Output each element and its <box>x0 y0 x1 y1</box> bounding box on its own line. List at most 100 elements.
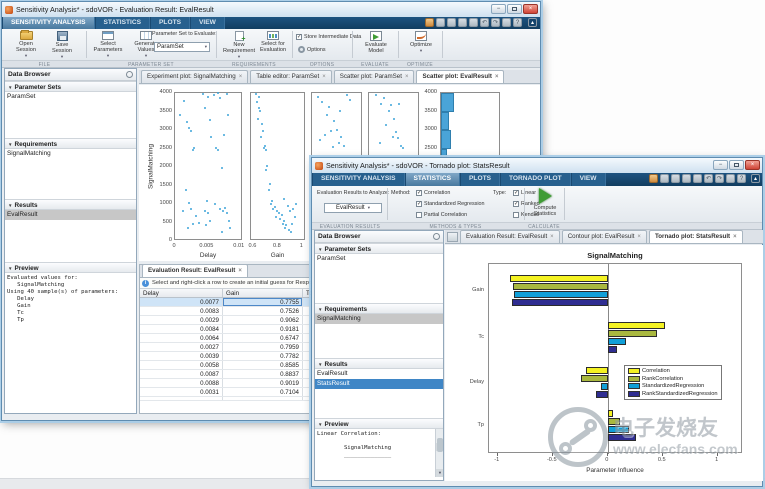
save-icon[interactable] <box>436 18 445 27</box>
section-header-results[interactable]: ▼Results <box>5 199 136 210</box>
compute-statistics-button[interactable]: Compute Statistics <box>528 188 562 217</box>
section-header-requirements[interactable]: ▼Requirements <box>5 138 136 149</box>
select-for-evaluation-button[interactable]: Select for Evaluation <box>254 31 292 53</box>
options-button[interactable]: Options <box>298 46 326 53</box>
close-button[interactable]: × <box>523 4 538 14</box>
tab-statistics[interactable]: STATISTICS <box>405 173 461 186</box>
new-session-icon[interactable] <box>649 174 658 183</box>
minimize-toolstrip-icon[interactable]: ▴ <box>751 174 760 183</box>
section-header-results[interactable]: ▼Results <box>315 358 443 369</box>
doc-tab[interactable]: Experiment plot: SignalMatching× <box>141 70 248 83</box>
table-cell[interactable]: 0.7755 <box>223 298 303 306</box>
cut-icon[interactable] <box>447 18 456 27</box>
table-cell[interactable]: 0.0027 <box>140 343 223 351</box>
table-cell[interactable]: 0.9062 <box>223 316 303 324</box>
preview-section-header[interactable]: ▼Preview <box>315 418 443 429</box>
minimize-button[interactable]: − <box>491 4 506 14</box>
doc-tab[interactable]: Tornado plot: StatsResult× <box>649 230 743 243</box>
minimize-button[interactable]: − <box>713 160 728 170</box>
tab-sensitivity-analysis[interactable]: SENSITIVITY ANALYSIS <box>2 17 95 29</box>
redo-icon[interactable]: ↷ <box>491 18 500 27</box>
close-icon[interactable]: × <box>495 71 499 83</box>
select-parameters-button[interactable]: Select Parameters▾ <box>90 31 126 60</box>
preview-scrollbar[interactable]: ▲ ▼ <box>435 429 443 477</box>
scroll-thumb[interactable] <box>437 438 443 452</box>
table-cell[interactable]: 0.7959 <box>223 343 303 351</box>
column-header-delay[interactable]: Delay <box>140 289 223 297</box>
copy-icon[interactable] <box>458 18 467 27</box>
table-cell[interactable]: 0.6747 <box>223 334 303 342</box>
param-set-combo[interactable]: ParamSet▾ <box>154 42 210 52</box>
tab-plots[interactable]: PLOTS <box>150 17 190 29</box>
maximize-button[interactable] <box>507 4 522 14</box>
list-item[interactable]: EvalResult <box>315 369 443 379</box>
help-icon[interactable]: ? <box>737 174 746 183</box>
method-checkbox[interactable]: ✓Standardized Regression <box>416 201 485 207</box>
preview-section-header[interactable]: ▼Preview <box>5 262 136 273</box>
table-cell[interactable]: 0.0088 <box>140 379 223 387</box>
method-checkbox[interactable]: Partial Correlation <box>416 212 467 218</box>
table-cell[interactable]: 0.7526 <box>223 307 303 315</box>
new-session-icon[interactable] <box>425 18 434 27</box>
table-cell[interactable]: 0.8837 <box>223 370 303 378</box>
close-icon[interactable]: × <box>550 231 554 243</box>
paste-icon[interactable] <box>693 174 702 183</box>
close-icon[interactable]: × <box>637 231 641 243</box>
save-icon[interactable] <box>660 174 669 183</box>
table-cell[interactable]: 0.7782 <box>223 352 303 360</box>
save-session-button[interactable]: Save Session▾ <box>46 31 78 61</box>
dock-icon[interactable] <box>447 232 458 242</box>
minimize-toolstrip-icon[interactable]: ▴ <box>528 18 537 27</box>
doc-tab[interactable]: Table editor: ParamSet× <box>250 70 331 83</box>
table-cell[interactable]: 0.0029 <box>140 316 223 324</box>
tab-statistics[interactable]: STATISTICS <box>95 17 151 29</box>
doc-tab[interactable]: Scatter plot: EvalResult× <box>416 70 504 83</box>
doc-tab[interactable]: Contour plot: EvalResult× <box>562 230 647 243</box>
maximize-button[interactable] <box>729 160 744 170</box>
optimize-button[interactable]: Optimize▾ <box>402 31 440 54</box>
close-button[interactable]: × <box>745 160 760 170</box>
close-icon[interactable]: × <box>733 231 737 243</box>
table-cell[interactable]: 0.0039 <box>140 352 223 360</box>
list-item[interactable]: ParamSet <box>315 254 443 264</box>
scatter-panel-gain[interactable] <box>250 92 305 240</box>
table-cell[interactable]: 0.0084 <box>140 325 223 333</box>
table-cell[interactable]: 0.9019 <box>223 379 303 387</box>
method-checkbox[interactable]: ✓Correlation <box>416 190 450 196</box>
scatter-panel-delay[interactable] <box>174 92 242 240</box>
table-cell[interactable]: 0.7104 <box>223 388 303 396</box>
cut-icon[interactable] <box>671 174 680 183</box>
doc-tab[interactable]: Evaluation Result: EvalResult× <box>460 230 560 243</box>
print-icon[interactable] <box>726 174 735 183</box>
undo-icon[interactable]: ↶ <box>704 174 713 183</box>
help-icon[interactable]: ? <box>513 18 522 27</box>
list-item[interactable]: SignalMatching <box>5 149 136 159</box>
panel-menu-icon[interactable] <box>433 233 440 240</box>
scroll-down-icon[interactable]: ▼ <box>436 469 443 477</box>
list-item[interactable]: ParamSet <box>5 92 136 102</box>
section-header-requirements[interactable]: ▼Requirements <box>315 303 443 314</box>
table-cell[interactable]: 0.8585 <box>223 361 303 369</box>
new-requirement-button[interactable]: New Requirement▾ <box>220 31 258 61</box>
panel-menu-icon[interactable] <box>126 71 133 78</box>
close-icon[interactable]: × <box>239 71 243 83</box>
close-icon[interactable]: × <box>405 71 409 83</box>
undo-icon[interactable]: ↶ <box>480 18 489 27</box>
table-cell[interactable]: 0.0031 <box>140 388 223 396</box>
section-header-parameter-sets[interactable]: ▼Parameter Sets <box>315 243 443 254</box>
table-cell[interactable]: 0.0087 <box>140 370 223 378</box>
tab-view[interactable]: VIEW <box>571 173 606 186</box>
print-icon[interactable] <box>502 18 511 27</box>
tab-evaluation-result[interactable]: Evaluation Result: EvalResult × <box>142 264 248 277</box>
table-cell[interactable]: 0.0058 <box>140 361 223 369</box>
close-icon[interactable]: × <box>322 71 326 83</box>
redo-icon[interactable]: ↷ <box>715 174 724 183</box>
tab-sensitivity-analysis[interactable]: SENSITIVITY ANALYSIS <box>312 173 405 186</box>
table-cell[interactable]: 0.0083 <box>140 307 223 315</box>
tab-view[interactable]: VIEW <box>190 17 225 29</box>
table-cell[interactable]: 0.0077 <box>140 298 223 306</box>
column-header-gain[interactable]: Gain <box>223 289 303 297</box>
paste-icon[interactable] <box>469 18 478 27</box>
results-analyze-combo[interactable]: EvalResult▾ <box>324 203 382 213</box>
open-session-button[interactable]: Open Session▾ <box>10 31 42 60</box>
